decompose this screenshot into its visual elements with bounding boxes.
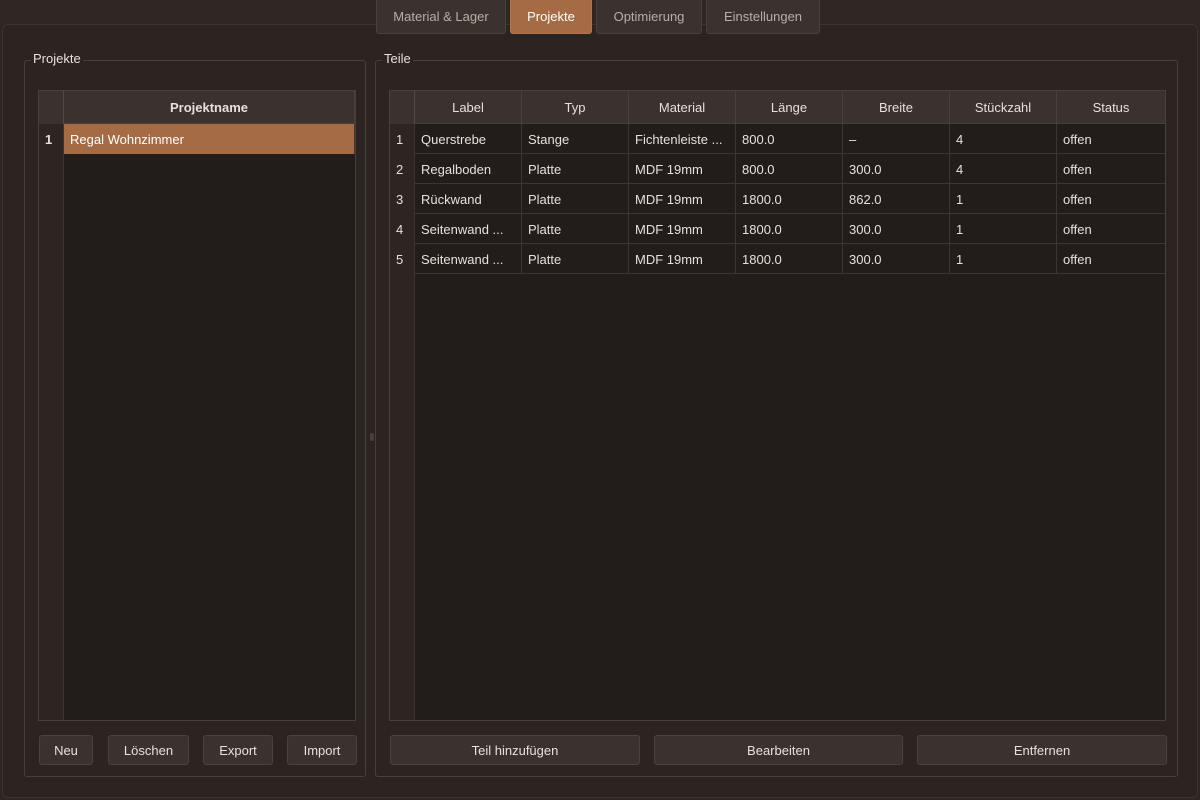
cell-status[interactable]: offen bbox=[1057, 124, 1165, 154]
cell-material[interactable]: MDF 19mm bbox=[629, 214, 736, 244]
cell-breite[interactable]: 862.0 bbox=[843, 184, 950, 214]
table-corner[interactable] bbox=[39, 91, 64, 124]
parts-group-title: Teile bbox=[382, 51, 413, 66]
cell-material[interactable]: MDF 19mm bbox=[629, 184, 736, 214]
add-part-button[interactable]: Teil hinzufügen bbox=[390, 735, 640, 765]
cell-breite[interactable]: 300.0 bbox=[843, 214, 950, 244]
column-header-breite[interactable]: Breite bbox=[843, 91, 950, 124]
table-row[interactable]: 1 Querstrebe Stange Fichtenleiste ... 80… bbox=[390, 124, 1165, 154]
table-row[interactable]: 3 Rückwand Platte MDF 19mm 1800.0 862.0 … bbox=[390, 184, 1165, 214]
cell-breite[interactable]: 300.0 bbox=[843, 244, 950, 274]
tab-optimierung[interactable]: Optimierung bbox=[596, 0, 702, 34]
column-header-stueckzahl[interactable]: Stückzahl bbox=[950, 91, 1057, 124]
edit-part-button[interactable]: Bearbeiten bbox=[654, 735, 903, 765]
cell-stueckzahl[interactable]: 4 bbox=[950, 124, 1057, 154]
cell-material[interactable]: MDF 19mm bbox=[629, 244, 736, 274]
parts-table-header: Label Typ Material Länge Breite Stückzah… bbox=[390, 91, 1165, 124]
row-number: 5 bbox=[390, 244, 415, 274]
cell-stueckzahl[interactable]: 1 bbox=[950, 214, 1057, 244]
cell-laenge[interactable]: 1800.0 bbox=[736, 244, 843, 274]
cell-status[interactable]: offen bbox=[1057, 154, 1165, 184]
cell-status[interactable]: offen bbox=[1057, 214, 1165, 244]
cell-laenge[interactable]: 1800.0 bbox=[736, 184, 843, 214]
row-number: 1 bbox=[390, 124, 415, 154]
cell-typ[interactable]: Platte bbox=[522, 154, 629, 184]
row-number: 3 bbox=[390, 184, 415, 214]
column-header-material[interactable]: Material bbox=[629, 91, 736, 124]
table-row[interactable]: 2 Regalboden Platte MDF 19mm 800.0 300.0… bbox=[390, 154, 1165, 184]
projects-group: Projekte Projektname 1 Regal Wohnzimmer … bbox=[24, 51, 366, 777]
table-row[interactable]: 1 Regal Wohnzimmer bbox=[39, 124, 355, 154]
app-window: Projekte Projektname 1 Regal Wohnzimmer … bbox=[0, 0, 1200, 800]
cell-stueckzahl[interactable]: 4 bbox=[950, 154, 1057, 184]
tab-content-panel: Projekte Projektname 1 Regal Wohnzimmer … bbox=[2, 24, 1198, 798]
cell-stueckzahl[interactable]: 1 bbox=[950, 244, 1057, 274]
table-corner[interactable] bbox=[390, 91, 415, 124]
tab-einstellungen[interactable]: Einstellungen bbox=[706, 0, 820, 34]
column-header-typ[interactable]: Typ bbox=[522, 91, 629, 124]
column-header-projektname[interactable]: Projektname bbox=[64, 91, 355, 124]
cell-status[interactable]: offen bbox=[1057, 244, 1165, 274]
cell-typ[interactable]: Platte bbox=[522, 244, 629, 274]
parts-table[interactable]: Label Typ Material Länge Breite Stückzah… bbox=[389, 90, 1166, 721]
row-number: 2 bbox=[390, 154, 415, 184]
cell-typ[interactable]: Stange bbox=[522, 124, 629, 154]
cell-label[interactable]: Querstrebe bbox=[415, 124, 522, 154]
main-tab-bar: Material & Lager Projekte Optimierung Ei… bbox=[376, 0, 820, 34]
cell-typ[interactable]: Platte bbox=[522, 184, 629, 214]
projects-table[interactable]: Projektname 1 Regal Wohnzimmer bbox=[38, 90, 356, 721]
parts-group: Teile Label Typ Material Länge Breite St… bbox=[375, 51, 1178, 777]
cell-laenge[interactable]: 800.0 bbox=[736, 124, 843, 154]
row-number: 4 bbox=[390, 214, 415, 244]
cell-material[interactable]: Fichtenleiste ... bbox=[629, 124, 736, 154]
tab-projekte[interactable]: Projekte bbox=[510, 0, 592, 34]
cell-label[interactable]: Seitenwand ... bbox=[415, 244, 522, 274]
row-header-column bbox=[39, 91, 64, 720]
splitter-handle[interactable] bbox=[370, 433, 374, 441]
cell-stueckzahl[interactable]: 1 bbox=[950, 184, 1057, 214]
import-project-button[interactable]: Import bbox=[287, 735, 357, 765]
column-header-laenge[interactable]: Länge bbox=[736, 91, 843, 124]
export-project-button[interactable]: Export bbox=[203, 735, 273, 765]
row-number: 1 bbox=[39, 124, 64, 154]
cell-breite[interactable]: – bbox=[843, 124, 950, 154]
project-name-cell[interactable]: Regal Wohnzimmer bbox=[64, 124, 355, 154]
projects-table-header: Projektname bbox=[39, 91, 355, 124]
cell-label[interactable]: Rückwand bbox=[415, 184, 522, 214]
delete-project-button[interactable]: Löschen bbox=[108, 735, 189, 765]
table-row[interactable]: 4 Seitenwand ... Platte MDF 19mm 1800.0 … bbox=[390, 214, 1165, 244]
column-header-label[interactable]: Label bbox=[415, 91, 522, 124]
tab-material-lager[interactable]: Material & Lager bbox=[376, 0, 506, 34]
cell-label[interactable]: Regalboden bbox=[415, 154, 522, 184]
projects-group-title: Projekte bbox=[31, 51, 83, 66]
column-header-status[interactable]: Status bbox=[1057, 91, 1165, 124]
cell-typ[interactable]: Platte bbox=[522, 214, 629, 244]
cell-laenge[interactable]: 1800.0 bbox=[736, 214, 843, 244]
new-project-button[interactable]: Neu bbox=[39, 735, 93, 765]
cell-label[interactable]: Seitenwand ... bbox=[415, 214, 522, 244]
remove-part-button[interactable]: Entfernen bbox=[917, 735, 1167, 765]
cell-status[interactable]: offen bbox=[1057, 184, 1165, 214]
cell-breite[interactable]: 300.0 bbox=[843, 154, 950, 184]
table-row[interactable]: 5 Seitenwand ... Platte MDF 19mm 1800.0 … bbox=[390, 244, 1165, 274]
cell-laenge[interactable]: 800.0 bbox=[736, 154, 843, 184]
cell-material[interactable]: MDF 19mm bbox=[629, 154, 736, 184]
